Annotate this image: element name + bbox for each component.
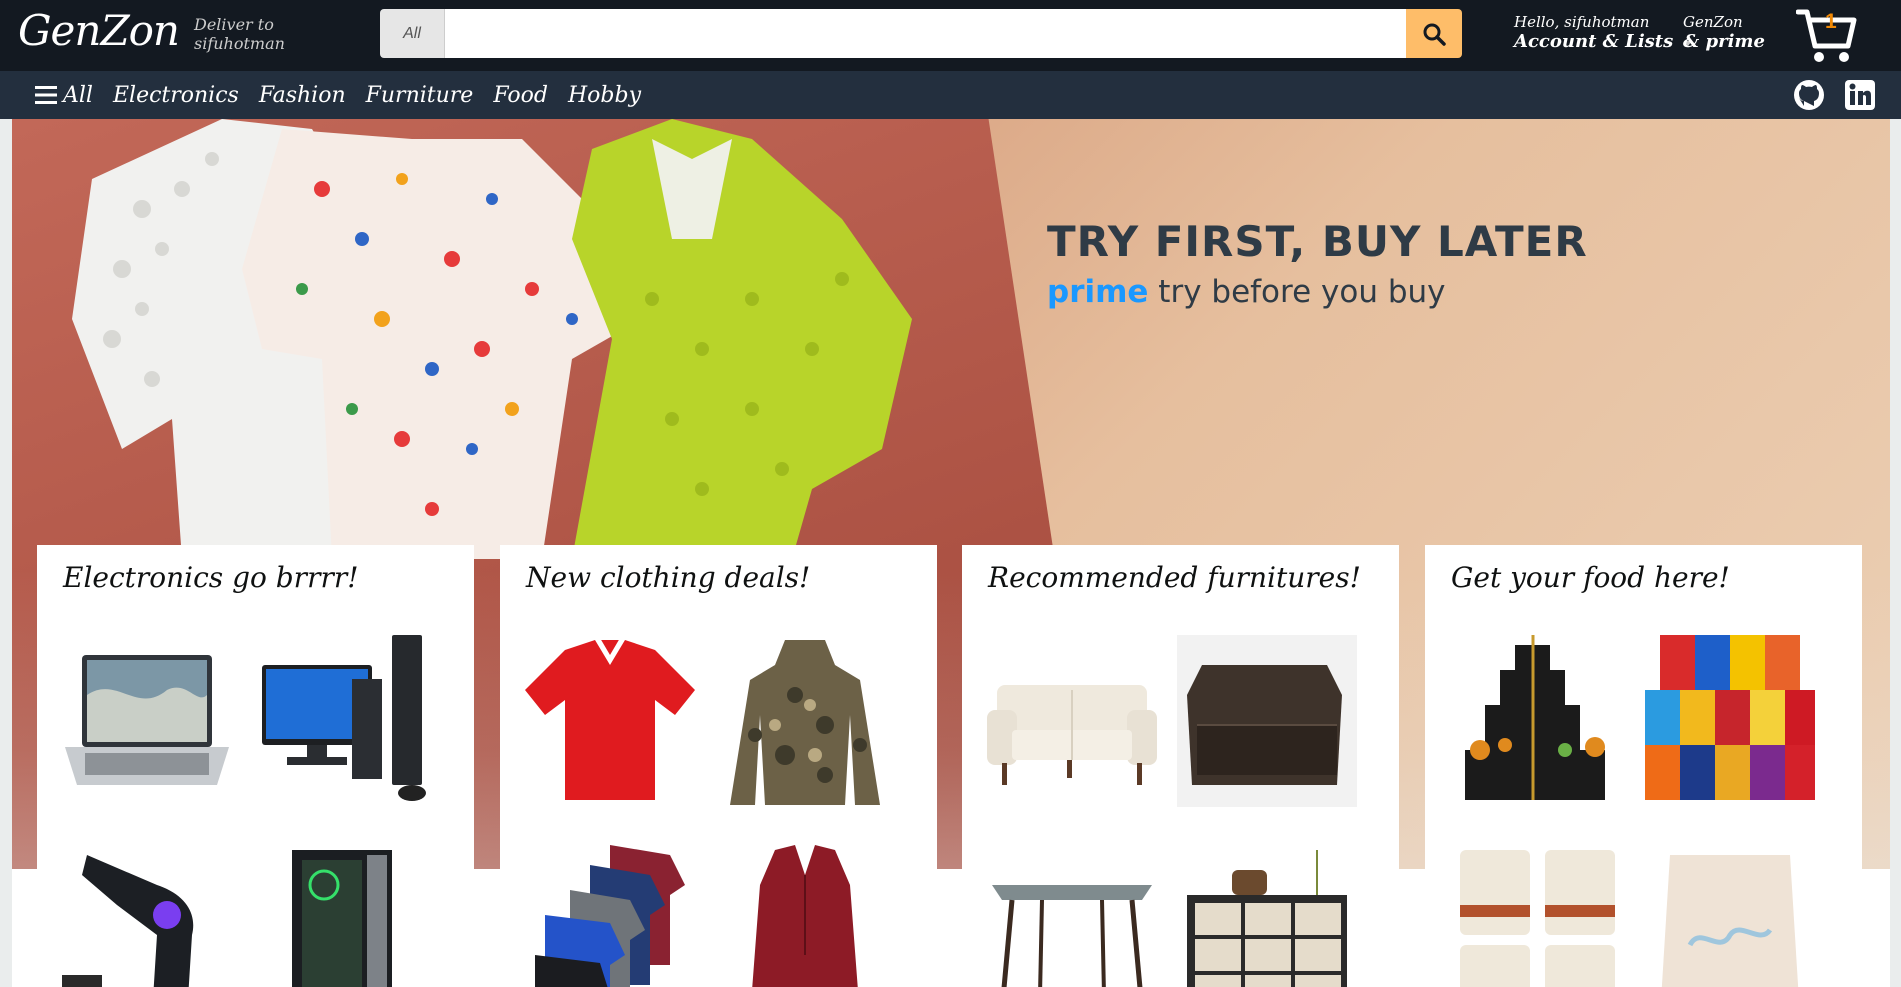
- desktop-computer-image[interactable]: [252, 635, 432, 807]
- prime-link[interactable]: GenZon & prime: [1683, 13, 1765, 51]
- search-icon: [1423, 23, 1446, 46]
- card-title: Get your food here!: [1451, 561, 1730, 594]
- card-title: Recommended furnitures!: [988, 561, 1361, 594]
- gift-tower-image[interactable]: [1445, 635, 1625, 807]
- red-polo-shirt-image[interactable]: [520, 635, 700, 807]
- card-clothing[interactable]: New clothing deals!: [500, 545, 937, 987]
- card-electronics[interactable]: Electronics go brrrr!: [37, 545, 474, 987]
- nav-item-electronics[interactable]: Electronics: [113, 83, 239, 108]
- nav-item-food[interactable]: Food: [493, 83, 548, 108]
- t-shirt-stack-image[interactable]: [520, 845, 700, 987]
- account-label: Account & Lists: [1514, 32, 1693, 51]
- search-category-dropdown[interactable]: All: [380, 9, 445, 58]
- hamburger-icon: [35, 86, 57, 104]
- air-blower-image[interactable]: [57, 845, 237, 987]
- search-button[interactable]: [1406, 9, 1462, 58]
- card-title: New clothing deals!: [526, 561, 811, 594]
- nav-all-label: All: [63, 82, 93, 108]
- prime-label-top: GenZon: [1683, 13, 1743, 31]
- snack-bag-image[interactable]: [1640, 845, 1820, 987]
- account-greeting: Hello, sifuhotman: [1514, 13, 1650, 31]
- top-header: GenZon Deliver to sifuhotman All Hello, …: [0, 0, 1901, 71]
- glass-table-image[interactable]: [982, 845, 1162, 987]
- site-logo[interactable]: GenZon: [18, 6, 180, 55]
- account-lists[interactable]: Hello, sifuhotman Account & Lists: [1514, 13, 1693, 51]
- hero-subtitle-text: try before you buy: [1158, 274, 1446, 310]
- search-bar: All: [380, 9, 1462, 58]
- card-furniture[interactable]: Recommended furnitures!: [962, 545, 1399, 987]
- camo-hoodie-image[interactable]: [715, 635, 895, 807]
- drawer-dresser-image[interactable]: [1177, 845, 1357, 987]
- nav-item-hobby[interactable]: Hobby: [568, 83, 641, 108]
- red-blouse-image[interactable]: [715, 845, 895, 987]
- cart-count-badge: 1: [1825, 10, 1837, 33]
- hero-title: TRY FIRST, BUY LATER: [1047, 217, 1588, 266]
- hero-prime-word: prime: [1047, 274, 1149, 310]
- prime-label-bottom: & prime: [1683, 31, 1765, 52]
- hero-subtitle: prime try before you buy: [1047, 274, 1446, 310]
- search-input[interactable]: [445, 9, 1406, 58]
- white-sofa-image[interactable]: [982, 635, 1162, 807]
- card-title: Electronics go brrrr!: [63, 561, 359, 594]
- deliver-to[interactable]: Deliver to sifuhotman: [194, 15, 285, 53]
- nav-all-button[interactable]: All: [35, 83, 93, 108]
- github-icon[interactable]: [1793, 79, 1825, 111]
- cart-button[interactable]: 1: [1795, 6, 1858, 64]
- deliver-label: Deliver to: [194, 15, 274, 34]
- food-cans-image[interactable]: [1445, 845, 1625, 987]
- nav-item-fashion[interactable]: Fashion: [259, 83, 346, 108]
- brown-chair-bed-image[interactable]: [1177, 635, 1357, 807]
- laptop-image[interactable]: [57, 635, 237, 807]
- nav-bar: All Electronics Fashion Furniture Food H…: [0, 71, 1901, 119]
- hero-clothes-image: [72, 119, 912, 559]
- nav-item-furniture[interactable]: Furniture: [366, 83, 474, 108]
- snack-box-image[interactable]: [1640, 635, 1820, 807]
- deliver-user: sifuhotman: [194, 34, 285, 53]
- gaming-pc-image[interactable]: [252, 845, 432, 987]
- card-food[interactable]: Get your food here!: [1425, 545, 1862, 987]
- linkedin-icon[interactable]: [1844, 79, 1876, 111]
